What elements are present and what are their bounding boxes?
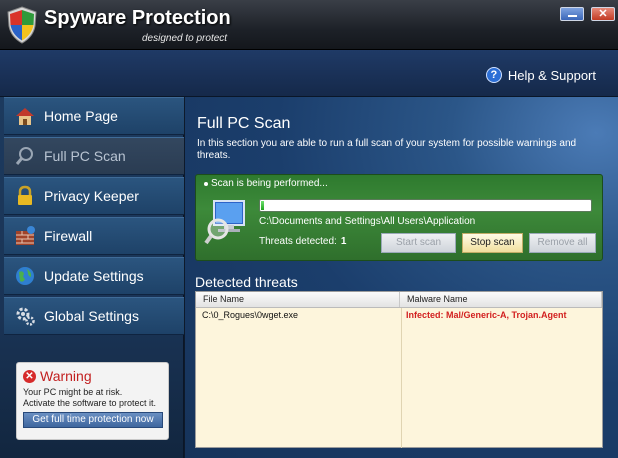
header-bar: ? Help & Support [0,50,618,97]
threats-count: 1 [340,236,347,247]
warning-box: ✕ Warning Your PC might be at risk. Acti… [16,362,169,440]
sidebar-item-label: Firewall [44,228,93,244]
table-header: File Name Malware Name [196,292,602,308]
page-description: In this section you are able to run a fu… [197,138,577,161]
sidebar-item-label: Update Settings [44,268,144,284]
sidebar-item-full-pc-scan[interactable]: Full PC Scan [4,137,184,175]
detected-threats-title: Detected threats [195,274,298,290]
malware-name-cell: Infected: Mal/Generic-A, Trojan.Agent [406,310,567,320]
sidebar-item-privacy-keeper[interactable]: Privacy Keeper [4,177,184,215]
error-icon: ✕ [23,369,36,383]
sidebar: Home Page Full PC Scan Privacy Keeper Fi… [0,97,184,458]
help-icon: ? [485,67,502,83]
minimize-button[interactable] [560,7,584,21]
threats-detected: Threats detected: 1 [259,236,346,247]
home-icon [14,105,36,127]
warning-line-1: Your PC might be at risk. [23,387,123,397]
get-protection-button[interactable]: Get full time protection now [23,412,163,428]
warning-title-label: Warning [40,368,92,384]
gear-icon [14,305,36,327]
start-scan-button[interactable]: Start scan [381,233,456,253]
table-row[interactable]: C:\0_Rogues\0wget.exe Infected: Mal/Gene… [196,308,602,323]
sidebar-item-update-settings[interactable]: Update Settings [4,257,184,295]
stop-scan-button[interactable]: Stop scan [462,233,523,253]
shield-logo-icon [7,6,37,44]
help-support-link[interactable]: ? Help & Support [485,67,596,83]
help-support-label: Help & Support [507,67,596,83]
app-subtitle: designed to protect [142,33,228,44]
warning-line-2: Activate the software to protect it. [23,398,157,408]
column-header-malware-name[interactable]: Malware Name [400,292,602,307]
app-title: Spyware Protection [44,7,231,29]
threats-detected-label: Threats detected: [259,236,337,247]
sidebar-item-label: Full PC Scan [44,148,126,164]
warning-text: Your PC might be at risk. Activate the s… [23,387,162,409]
firewall-icon [14,225,36,247]
remove-all-button[interactable]: Remove all [529,233,596,253]
page-title: Full PC Scan [197,115,291,132]
sidebar-item-label: Global Settings [44,308,139,324]
sidebar-item-label: Home Page [44,108,118,124]
close-icon: ✕ [598,8,608,20]
magnifier-icon [14,145,36,167]
title-bar: Spyware Protection designed to protect ✕ [0,0,618,50]
scan-path: C:\Documents and Settings\All Users\Appl… [259,216,476,227]
column-header-file-name[interactable]: File Name [196,292,400,307]
scan-status: Scan is being performed... [204,178,328,189]
globe-icon [14,265,36,287]
close-button[interactable]: ✕ [591,7,615,21]
sidebar-item-home-page[interactable]: Home Page [4,97,184,135]
computer-scan-icon [204,200,245,245]
scan-progress-bar [259,199,592,212]
sidebar-item-firewall[interactable]: Firewall [4,217,184,255]
column-divider [401,308,402,448]
status-dot-icon [204,181,208,186]
scan-progress-fill [261,201,265,210]
sidebar-item-label: Privacy Keeper [44,188,139,204]
lock-icon [14,185,36,207]
warning-title: ✕ Warning [23,368,162,384]
threats-table: File Name Malware Name C:\0_Rogues\0wget… [195,291,603,448]
sidebar-item-global-settings[interactable]: Global Settings [4,297,184,335]
main-panel: Full PC Scan In this section you are abl… [185,97,618,458]
scan-status-text: Scan is being performed... [211,178,328,189]
scan-panel: Scan is being performed... C:\Documents … [195,174,603,261]
file-name-cell: C:\0_Rogues\0wget.exe [202,310,299,320]
